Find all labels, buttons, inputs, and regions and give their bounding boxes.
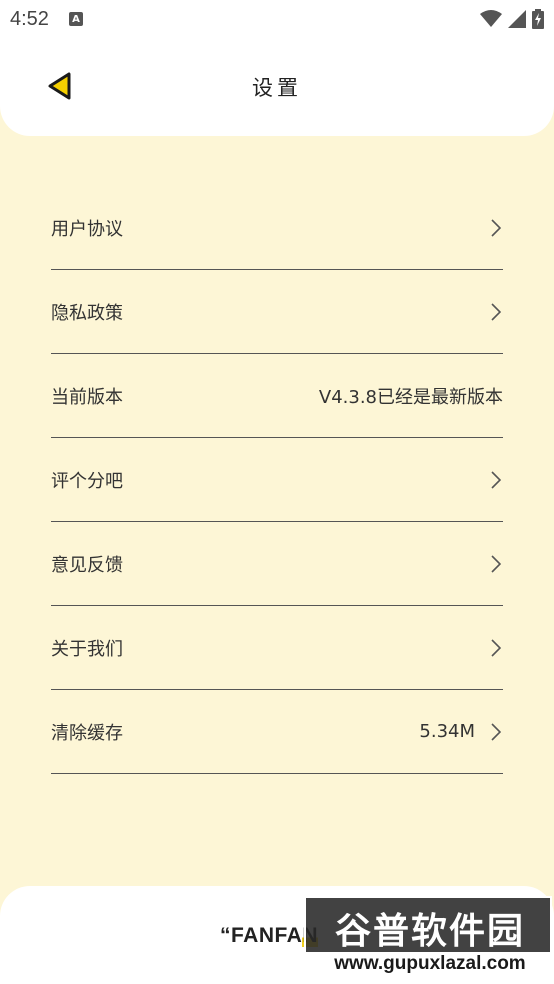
status-time: 4:52	[10, 7, 49, 30]
chevron-right-icon	[489, 554, 503, 574]
setting-label: 用户协议	[51, 218, 123, 240]
setting-row-privacy-policy[interactable]: 隐私政策	[51, 270, 503, 354]
status-bar: 4:52 A	[0, 0, 554, 38]
setting-right	[489, 470, 503, 490]
header-bar: 设置	[0, 38, 554, 136]
setting-right: 5.34M	[419, 721, 503, 742]
setting-label: 当前版本	[51, 386, 123, 408]
setting-label: 关于我们	[51, 638, 123, 660]
wifi-icon	[480, 10, 502, 27]
setting-row-user-agreement[interactable]: 用户协议	[51, 186, 503, 270]
setting-row-current-version[interactable]: 当前版本 V4.3.8已经是最新版本	[51, 354, 503, 438]
site-watermark: 谷普软件园 www.gupuxlazal.com	[304, 896, 554, 978]
setting-right	[489, 638, 503, 658]
notification-icon: A	[68, 12, 83, 26]
setting-row-about-us[interactable]: 关于我们	[51, 606, 503, 690]
page-title: 设置	[252, 76, 302, 100]
watermark-url: www.gupuxlazal.com	[306, 952, 554, 976]
setting-right: V4.3.8已经是最新版本	[319, 383, 503, 409]
chevron-right-icon	[489, 638, 503, 658]
setting-label: 隐私政策	[51, 302, 123, 324]
setting-right	[489, 554, 503, 574]
cache-size-value: 5.34M	[419, 721, 475, 742]
setting-label: 意见反馈	[51, 554, 123, 576]
setting-right	[489, 302, 503, 322]
status-icons	[480, 9, 544, 29]
chevron-right-icon	[489, 218, 503, 238]
setting-row-feedback[interactable]: 意见反馈	[51, 522, 503, 606]
setting-label: 清除缓存	[51, 722, 123, 744]
setting-row-clear-cache[interactable]: 清除缓存 5.34M	[51, 690, 503, 774]
chevron-right-icon	[489, 722, 503, 742]
chevron-right-icon	[489, 470, 503, 490]
battery-charging-icon	[532, 9, 544, 29]
brand-text: “FANFA	[220, 924, 303, 947]
setting-label: 评个分吧	[51, 470, 123, 492]
setting-row-rate-us[interactable]: 评个分吧	[51, 438, 503, 522]
settings-list: 用户协议 隐私政策 当前版本 V4.3.8已经是最新版本 评个分吧 意见反馈 关…	[51, 186, 503, 774]
chevron-right-icon	[489, 302, 503, 322]
version-value: V4.3.8已经是最新版本	[318, 386, 503, 408]
setting-right	[489, 218, 503, 238]
cellular-signal-icon	[508, 10, 526, 28]
watermark-title: 谷普软件园	[334, 911, 525, 952]
